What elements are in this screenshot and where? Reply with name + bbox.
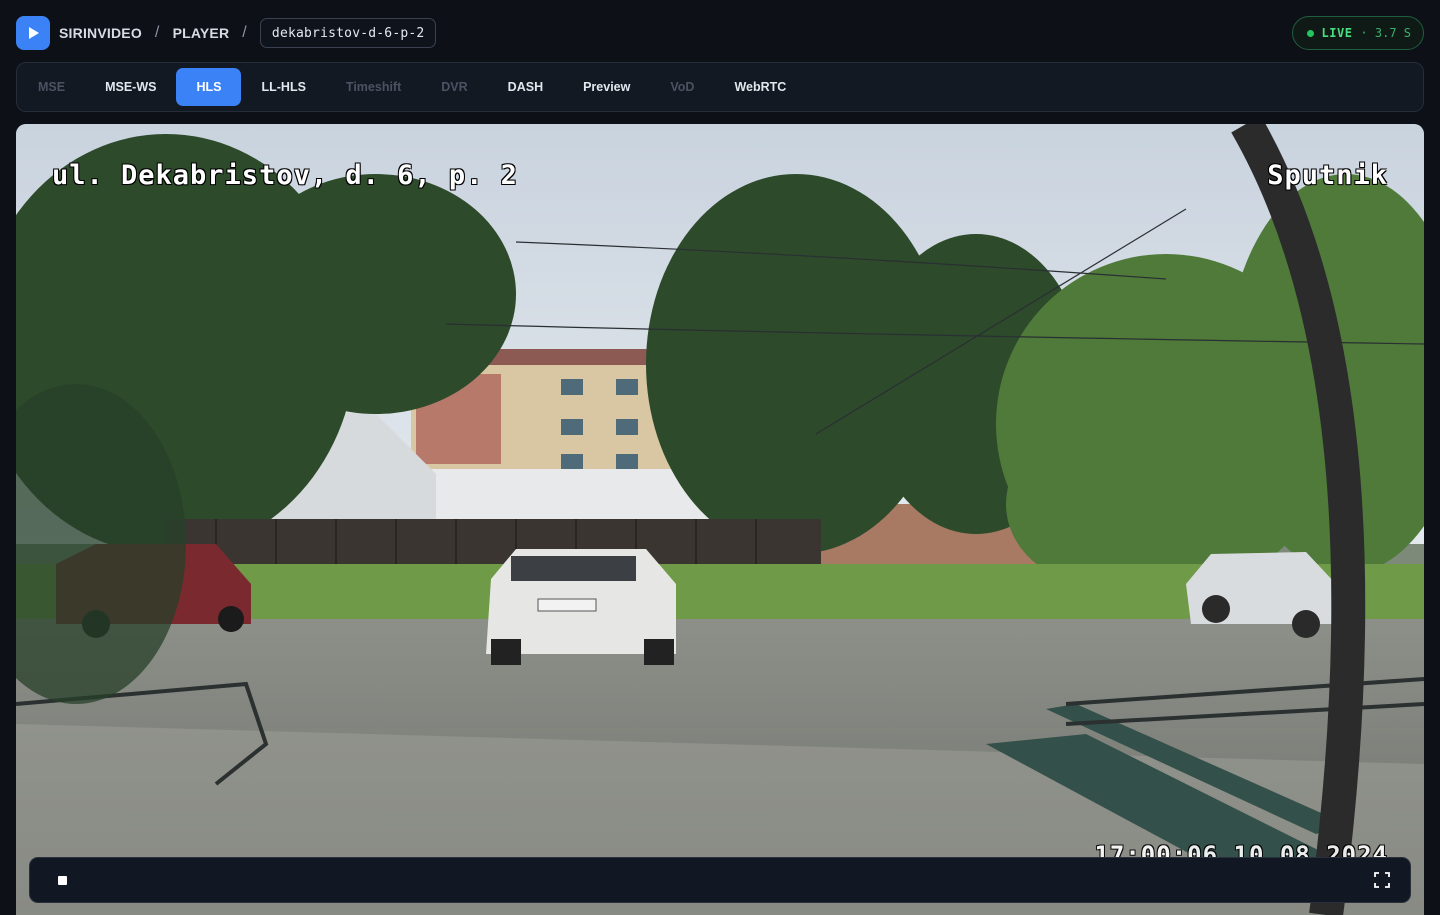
osd-address-label: ul. Dekabristov, d. 6, p. 2 <box>52 160 518 191</box>
breadcrumb-separator: / <box>242 24 247 41</box>
live-latency: · 3.7 S <box>1360 26 1411 40</box>
breadcrumb-separator: / <box>154 24 160 41</box>
video-player[interactable]: ul. Dekabristov, d. 6, p. 2 Sputnik 17:0… <box>16 124 1424 915</box>
stream-name-chip[interactable]: dekabristov-d-6-p-2 <box>259 18 437 48</box>
breadcrumb: SIRINVIDEO / PLAYER / dekabristov-d-6-p-… <box>59 16 437 50</box>
play-icon <box>29 27 39 39</box>
live-label: LIVE <box>1321 26 1353 40</box>
app-logo[interactable] <box>16 16 50 50</box>
osd-brand-label: Sputnik <box>1267 160 1388 191</box>
breadcrumb-item-sirinvideo[interactable]: SIRINVIDEO <box>59 25 142 41</box>
fullscreen-button[interactable] <box>1372 870 1392 890</box>
tab-dvr: DVR <box>441 80 468 94</box>
tab-ll-hls[interactable]: LL-HLS <box>241 68 325 106</box>
breadcrumb-item-player[interactable]: PLAYER <box>173 25 230 41</box>
tab-vod: VoD <box>670 80 695 94</box>
camera-feed-image <box>16 124 1424 915</box>
stop-icon <box>57 875 67 885</box>
fullscreen-icon <box>1374 872 1390 888</box>
protocol-tabs: MSE MSE-WS HLS LL-HLS Timeshift DVR DASH… <box>16 62 1424 112</box>
tab-webrtc[interactable]: WebRTC <box>714 68 806 106</box>
tab-timeshift: Timeshift <box>345 80 402 94</box>
tab-hls[interactable]: HLS <box>176 68 242 106</box>
tab-dash[interactable]: DASH <box>488 68 563 106</box>
stop-button[interactable] <box>52 870 72 890</box>
tab-preview[interactable]: Preview <box>563 68 650 106</box>
tab-mse: MSE <box>38 80 66 94</box>
live-status-badge: LIVE · 3.7 S <box>1291 16 1424 50</box>
player-controls <box>29 857 1411 903</box>
live-indicator-dot <box>1306 29 1314 37</box>
app-header: SIRINVIDEO / PLAYER / dekabristov-d-6-p-… <box>0 0 1440 62</box>
tab-mse-ws[interactable]: MSE-WS <box>85 68 176 106</box>
